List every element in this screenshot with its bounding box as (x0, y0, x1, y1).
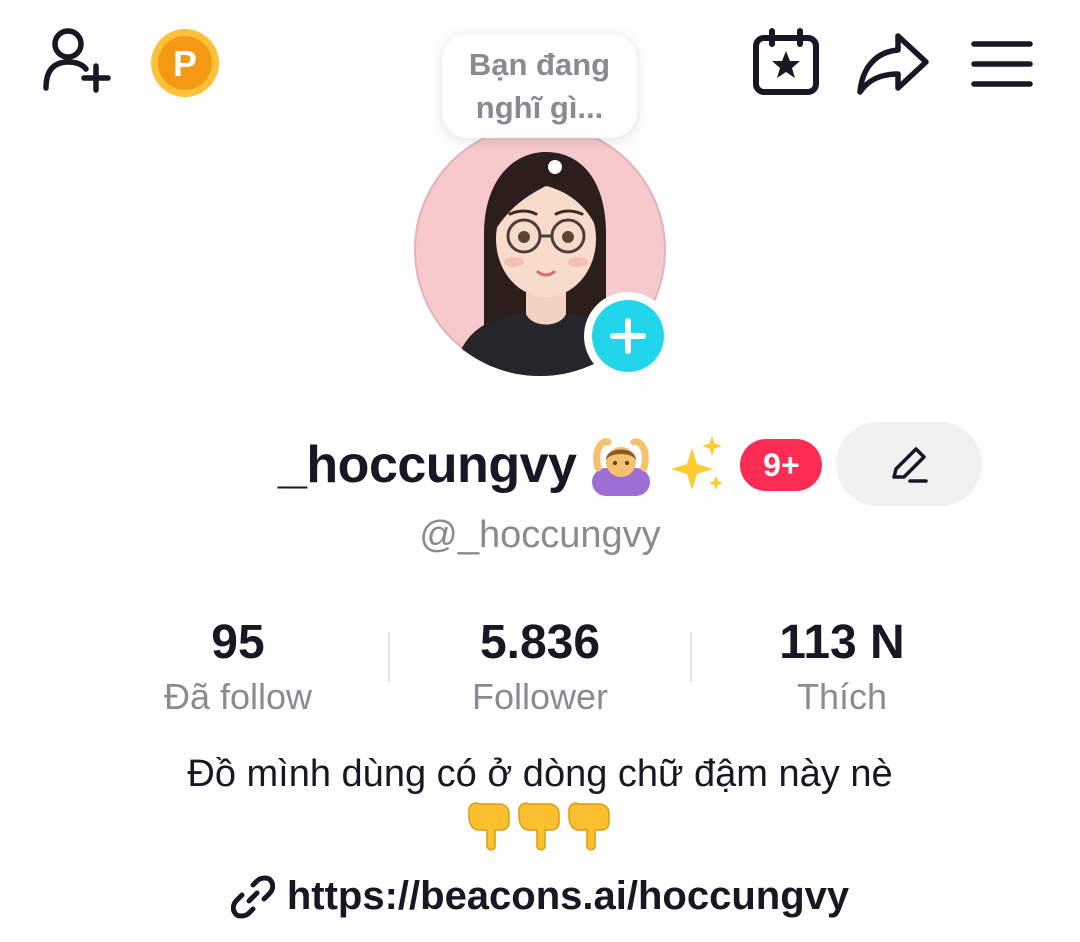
plus-icon (610, 318, 646, 354)
add-user-icon[interactable] (40, 26, 116, 96)
status-bubble[interactable]: Bạn đang nghĩ gì... (442, 34, 637, 138)
name-row: _hoccungvy 9+ (278, 422, 823, 508)
bubble-tail-dot (548, 160, 562, 174)
link-icon (230, 875, 275, 918)
stat-likes-label: Thích (796, 676, 888, 717)
stat-followers[interactable]: 5.836 Follower (390, 612, 690, 722)
stat-following[interactable]: 95 Đã follow (88, 612, 388, 722)
share-icon[interactable] (856, 30, 930, 96)
stat-following-value: 95 (211, 616, 265, 669)
menu-icon[interactable] (970, 36, 1034, 92)
pointing-down-emoji (568, 802, 610, 851)
username: @_hoccungvy (419, 514, 661, 556)
person-gesturing-ok-emoji (590, 434, 652, 496)
edit-profile-button[interactable] (836, 422, 982, 506)
bio-text: Đồ mình dùng có ở dòng chữ đậm này nè (187, 753, 893, 795)
stat-followers-label: Follower (471, 676, 609, 717)
sparkles-emoji (666, 434, 726, 496)
stat-followers-value: 5.836 (479, 616, 601, 669)
display-name: _hoccungvy (278, 436, 577, 494)
bio-emoji-row (0, 800, 1080, 852)
stat-likes[interactable]: 113 N Thích (692, 612, 992, 722)
coin-letter: P (173, 43, 197, 84)
profile-link-text: https://beacons.ai/hoccungvy (286, 874, 850, 918)
coin-icon[interactable]: P (150, 28, 220, 98)
pointing-down-emoji (518, 802, 560, 851)
calendar-star-icon[interactable] (752, 28, 820, 96)
pencil-icon (892, 447, 928, 483)
add-story-circle (592, 300, 664, 372)
status-bubble-text: Bạn đang nghĩ gì... (468, 47, 611, 125)
bio: Đồ mình dùng có ở dòng chữ đậm này nè (0, 750, 1080, 852)
notification-badge[interactable]: 9+ (740, 439, 823, 491)
pointing-down-emoji-row (468, 802, 610, 851)
pointing-down-emoji (468, 802, 510, 851)
stat-following-label: Đã follow (163, 676, 313, 717)
add-story-button[interactable] (584, 292, 672, 380)
stats-row: 95 Đã follow 5.836 Follower 113 N Thích (88, 612, 992, 722)
stat-likes-value: 113 N (779, 616, 905, 669)
profile-page: P Bạn đang nghĩ gì... _hoccungvy 9+ @_ho… (0, 0, 1080, 942)
profile-link[interactable]: https://beacons.ai/hoccungvy (0, 874, 1080, 919)
